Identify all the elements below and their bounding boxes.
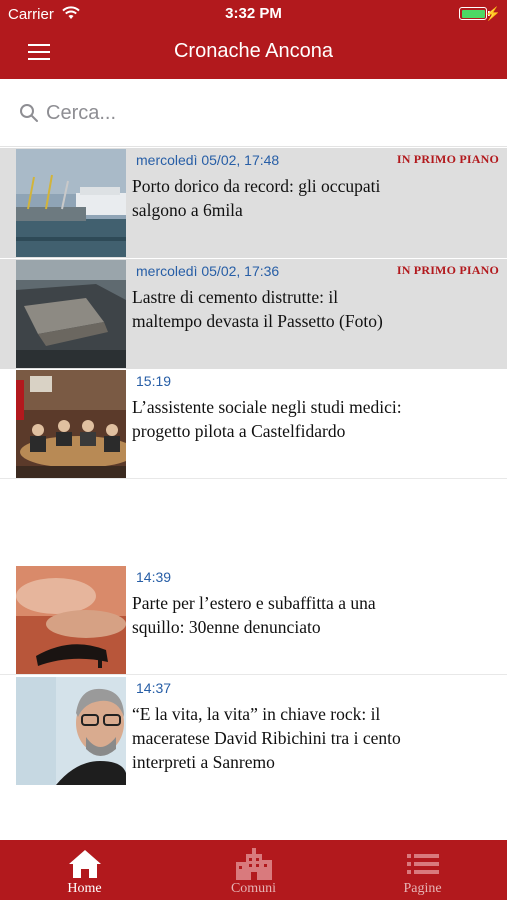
article-title: Lastre di cemento distrutte: il maltempo… [132,287,383,331]
article-title: Porto dorico da record: gli occupati sal… [132,176,381,220]
article-date: 14:37 [136,680,172,696]
page-title: Cronache Ancona [173,40,333,62]
nav-bar: Cronache Ancona [0,28,507,79]
tab-home[interactable]: Home [0,840,169,900]
top-bar: Carrier 3:32 PM ⚡ Cronache Ancona [0,0,507,79]
article-date: mercoledì 05/02, 17:48 [136,152,280,168]
article-badge: IN PRIMO PIANO [396,263,499,277]
article-title: L’assistente sociale negli studi medici:… [132,397,402,441]
tab-bar: Home Comuni Pagine [0,840,507,900]
article-thumbnail [16,260,126,368]
article-title: “E la vita, la vita” in chiave rock: il … [132,704,401,772]
list-icon [338,848,507,880]
search-bar [0,79,507,147]
article-item[interactable]: 15:19 L’assistente sociale negli studi m… [0,369,507,479]
article-item[interactable]: 14:39 Parte per l’estero e subaffitta a … [0,565,507,675]
article-date: 15:19 [136,373,172,389]
article-date: 14:39 [136,569,172,585]
status-time: 3:32 PM [225,5,282,22]
tab-pagine-label: Pagine [403,881,442,896]
article-thumbnail [16,677,126,785]
building-icon [169,848,338,880]
home-icon [0,848,169,880]
tab-comuni-label: Comuni [230,881,277,896]
article-item[interactable]: mercoledì 05/02, 17:48 IN PRIMO PIANO Po… [0,148,507,258]
article-item[interactable]: 14:37 “E la vita, la vita” in chiave roc… [0,676,507,786]
article-badge: IN PRIMO PIANO [396,152,499,166]
article-thumbnail [16,149,126,257]
charging-icon: ⚡ [484,6,501,21]
battery-icon [459,7,490,20]
tab-pagine[interactable]: Pagine [338,840,507,900]
search-input[interactable] [46,97,486,129]
article-date: mercoledì 05/02, 17:36 [136,263,280,279]
tab-home-label: Home [67,881,102,896]
status-bar: Carrier 3:32 PM ⚡ [0,0,507,28]
article-thumbnail [16,370,126,478]
article-title: Parte per l’estero e subaffitta a una sq… [132,593,376,637]
search-icon [19,103,39,128]
article-thumbnail [16,566,126,674]
article-item[interactable]: mercoledì 05/02, 17:36 IN PRIMO PIANO La… [0,259,507,369]
tab-comuni[interactable]: Comuni [169,840,338,900]
